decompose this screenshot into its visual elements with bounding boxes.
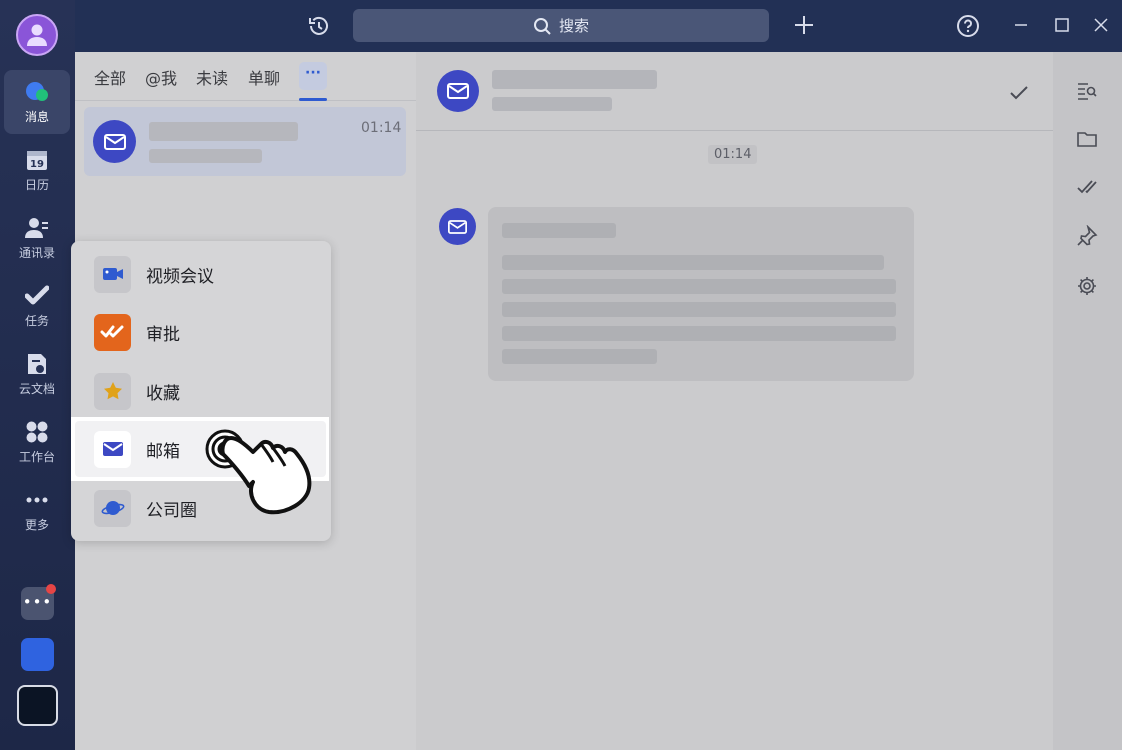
- tap-hand-icon: [205, 429, 312, 515]
- message-line-placeholder: [502, 326, 896, 341]
- nav-contacts[interactable]: 通讯录: [4, 206, 70, 270]
- minimize-icon[interactable]: [1012, 16, 1030, 34]
- message-timestamp: 01:14: [708, 145, 758, 164]
- user-avatar[interactable]: [16, 14, 58, 56]
- search-history-icon[interactable]: [1076, 80, 1098, 102]
- nav-calendar[interactable]: 19 日历: [4, 138, 70, 202]
- nav-more[interactable]: 更多: [4, 478, 70, 542]
- message-line-placeholder: [502, 223, 616, 238]
- menu-item-video-meeting[interactable]: 视频会议: [71, 245, 331, 303]
- tab-more-button[interactable]: ···: [299, 62, 327, 90]
- search-icon: [533, 17, 551, 35]
- conversation-title-placeholder: [149, 122, 298, 141]
- mail-icon: [447, 83, 469, 99]
- menu-item-favorites[interactable]: 收藏: [71, 362, 331, 420]
- tab-direct[interactable]: 单聊: [248, 65, 280, 89]
- notification-badge: [46, 584, 56, 594]
- nav-tasks-label: 任务: [24, 313, 49, 328]
- contacts-icon: [25, 216, 49, 240]
- chat-bubble-icon: [25, 80, 49, 104]
- message-bubble: [488, 207, 914, 381]
- calendar-day-text: 19: [30, 159, 44, 170]
- approval-icon: [94, 313, 131, 351]
- tab-mentions[interactable]: @我: [145, 65, 177, 89]
- help-icon[interactable]: [956, 14, 980, 38]
- maximize-icon[interactable]: [1053, 16, 1071, 34]
- app-shortcut-dark[interactable]: [17, 685, 58, 726]
- mail-icon: [448, 219, 467, 234]
- app-shortcut-blue[interactable]: [21, 638, 54, 671]
- close-icon[interactable]: [1092, 16, 1110, 34]
- menu-item-label: 公司圈: [146, 500, 197, 521]
- mail-icon: [94, 430, 131, 468]
- mail-avatar: [93, 120, 136, 163]
- menu-item-label: 视频会议: [146, 266, 214, 287]
- chat-header: [416, 52, 1053, 131]
- right-tool-strip: [1053, 52, 1122, 750]
- pin-icon[interactable]: [1076, 224, 1098, 247]
- add-icon[interactable]: [793, 14, 815, 36]
- nav-messages[interactable]: 消息: [4, 70, 70, 134]
- conversation-item[interactable]: 01:14: [84, 107, 406, 176]
- video-camera-icon: [94, 255, 131, 293]
- chat-title-placeholder: [492, 70, 657, 89]
- folder-icon[interactable]: [1076, 128, 1098, 150]
- chat-header-avatar: [437, 70, 479, 112]
- message-line-placeholder: [502, 302, 896, 317]
- mail-icon: [103, 133, 126, 150]
- nav-workspace[interactable]: 工作台: [4, 410, 70, 474]
- star-icon: [94, 372, 131, 410]
- check-icon[interactable]: [1008, 82, 1030, 104]
- chat-panel: 01:14: [416, 52, 1053, 750]
- left-nav-rail: 消息 19 日历 通讯录 任务 云文档 工作台 更多 •••: [0, 0, 75, 750]
- conversation-preview-placeholder: [149, 149, 262, 163]
- menu-item-approval[interactable]: 审批: [71, 303, 331, 361]
- nav-messages-label: 消息: [24, 109, 49, 124]
- message-line-placeholder: [502, 255, 884, 270]
- menu-item-label: 审批: [146, 324, 180, 345]
- message-line-placeholder: [502, 349, 657, 364]
- menu-item-label: 邮箱: [146, 441, 180, 462]
- message-sender-avatar: [439, 208, 476, 245]
- conversation-time: 01:14: [361, 120, 402, 136]
- planet-icon: [94, 489, 131, 527]
- task-check-icon: [25, 284, 49, 308]
- search-placeholder: 搜索: [558, 17, 589, 35]
- chat-subtitle-placeholder: [492, 97, 612, 111]
- tab-all[interactable]: 全部: [94, 65, 126, 89]
- tab-unread[interactable]: 未读: [196, 65, 228, 89]
- search-input[interactable]: 搜索: [353, 9, 769, 42]
- settings-gear-icon[interactable]: [1076, 275, 1098, 297]
- nav-tasks[interactable]: 任务: [4, 274, 70, 338]
- nav-more-label: 更多: [24, 517, 49, 532]
- calendar-icon: 19: [25, 148, 49, 172]
- active-tab-underline: [299, 98, 327, 101]
- menu-item-label: 收藏: [146, 383, 180, 404]
- workspace-grid-icon: [25, 420, 49, 444]
- double-check-icon[interactable]: [1076, 176, 1098, 198]
- nav-calendar-label: 日历: [24, 177, 49, 192]
- nav-cloud-docs[interactable]: 云文档: [4, 342, 70, 406]
- nav-cloud-docs-label: 云文档: [18, 381, 55, 396]
- more-dots-icon: [25, 488, 49, 512]
- message-line-placeholder: [502, 279, 896, 294]
- cloud-doc-icon: [25, 352, 49, 376]
- history-icon[interactable]: [307, 14, 331, 38]
- nav-contacts-label: 通讯录: [18, 245, 55, 260]
- top-bar: 搜索: [75, 0, 1122, 52]
- conversation-tabs: 全部 @我 未读 单聊 ···: [75, 52, 416, 101]
- nav-workspace-label: 工作台: [18, 449, 55, 464]
